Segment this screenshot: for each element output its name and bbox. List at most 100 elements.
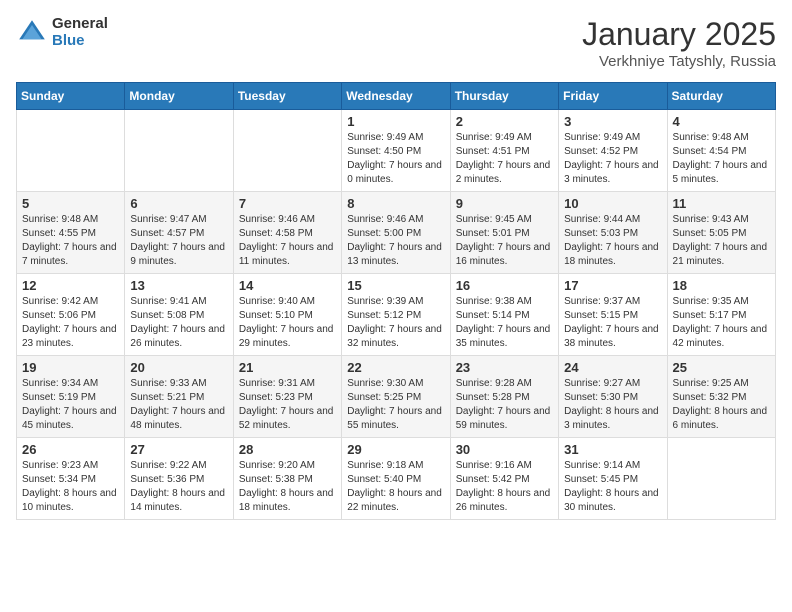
day-number: 15 xyxy=(347,278,444,293)
logo-text: General Blue xyxy=(52,16,108,49)
calendar-day-cell xyxy=(125,110,233,192)
calendar-day-cell: 2Sunrise: 9:49 AM Sunset: 4:51 PM Daylig… xyxy=(450,110,558,192)
day-of-week-header: Sunday xyxy=(17,83,125,110)
day-info: Sunrise: 9:41 AM Sunset: 5:08 PM Dayligh… xyxy=(130,295,227,351)
calendar-day-cell: 5 Sunrise: 9:48 AM Sunset: 4:55 PM Daylig… xyxy=(17,192,125,274)
day-info: Sunrise: 9:46 AM Sunset: 5:00 PM Dayligh… xyxy=(347,213,444,269)
calendar-week-row: 12Sunrise: 9:42 AM Sunset: 5:06 PM Dayli… xyxy=(17,274,776,356)
day-info: Sunrise: 9:40 AM Sunset: 5:10 PM Dayligh… xyxy=(239,295,336,351)
day-info: Sunrise: 9:30 AM Sunset: 5:25 PM Dayligh… xyxy=(347,377,444,433)
calendar-day-cell: 16 Sunrise: 9:38 AM Sunset: 5:14 PM Dayli… xyxy=(450,274,558,356)
logo-icon xyxy=(16,17,48,49)
day-number: 26 xyxy=(22,442,119,457)
day-number: 21 xyxy=(239,360,336,375)
day-number: 4 xyxy=(673,114,770,129)
calendar-day-cell: 21Sunrise: 9:31 AM Sunset: 5:23 PM Dayli… xyxy=(233,356,341,438)
calendar-day-cell: 27 Sunrise: 9:22 AM Sunset: 5:36 PM Dayli… xyxy=(125,438,233,520)
day-number: 3 xyxy=(564,114,661,129)
day-number: 7 xyxy=(239,196,336,211)
day-number: 27 xyxy=(130,442,227,457)
calendar-day-cell: 29 Sunrise: 9:18 AM Sunset: 5:40 PM Dayli… xyxy=(342,438,450,520)
calendar-day-cell: 3 Sunrise: 9:49 AM Sunset: 4:52 PM Daylig… xyxy=(559,110,667,192)
day-info: Sunrise: 9:23 AM Sunset: 5:34 PM Dayligh… xyxy=(22,459,119,515)
page-header: General Blue January 2025 Verkhniye Taty… xyxy=(16,16,776,70)
day-info: Sunrise: 9:27 AM Sunset: 5:30 PM Dayligh… xyxy=(564,377,661,433)
day-of-week-header: Wednesday xyxy=(342,83,450,110)
day-info: Sunrise: 9:18 AM Sunset: 5:40 PM Dayligh… xyxy=(347,459,444,515)
calendar-day-cell: 23 Sunrise: 9:28 AM Sunset: 5:28 PM Dayli… xyxy=(450,356,558,438)
title-block: January 2025 Verkhniye Tatyshly, Russia xyxy=(582,16,776,70)
day-number: 31 xyxy=(564,442,661,457)
calendar-day-cell: 17Sunrise: 9:37 AM Sunset: 5:15 PM Dayli… xyxy=(559,274,667,356)
day-info: Sunrise: 9:14 AM Sunset: 5:45 PM Dayligh… xyxy=(564,459,661,515)
day-number: 24 xyxy=(564,360,661,375)
day-number: 23 xyxy=(456,360,553,375)
day-info: Sunrise: 9:34 AM Sunset: 5:19 PM Dayligh… xyxy=(22,377,119,433)
day-info: Sunrise: 9:45 AM Sunset: 5:01 PM Dayligh… xyxy=(456,213,553,269)
logo: General Blue xyxy=(16,16,108,49)
day-info: Sunrise: 9:37 AM Sunset: 5:15 PM Dayligh… xyxy=(564,295,661,351)
logo-general: General xyxy=(52,16,108,33)
calendar-day-cell: 14 Sunrise: 9:40 AM Sunset: 5:10 PM Dayli… xyxy=(233,274,341,356)
calendar-day-cell: 25Sunrise: 9:25 AM Sunset: 5:32 PM Dayli… xyxy=(667,356,775,438)
day-number: 16 xyxy=(456,278,553,293)
day-of-week-header: Thursday xyxy=(450,83,558,110)
day-info: Sunrise: 9:39 AM Sunset: 5:12 PM Dayligh… xyxy=(347,295,444,351)
day-number: 13 xyxy=(130,278,227,293)
day-number: 2 xyxy=(456,114,553,129)
calendar-day-cell: 30 Sunrise: 9:16 AM Sunset: 5:42 PM Dayli… xyxy=(450,438,558,520)
day-number: 5 xyxy=(22,196,119,211)
day-number: 30 xyxy=(456,442,553,457)
calendar-day-cell: 9 Sunrise: 9:45 AM Sunset: 5:01 PM Daylig… xyxy=(450,192,558,274)
day-number: 14 xyxy=(239,278,336,293)
day-number: 18 xyxy=(673,278,770,293)
day-info: Sunrise: 9:20 AM Sunset: 5:38 PM Dayligh… xyxy=(239,459,336,515)
month-title: January 2025 xyxy=(582,16,776,53)
day-info: Sunrise: 9:48 AM Sunset: 4:55 PM Dayligh… xyxy=(22,213,119,269)
calendar-day-cell xyxy=(17,110,125,192)
day-number: 9 xyxy=(456,196,553,211)
calendar-day-cell: 11Sunrise: 9:43 AM Sunset: 5:05 PM Dayli… xyxy=(667,192,775,274)
day-info: Sunrise: 9:22 AM Sunset: 5:36 PM Dayligh… xyxy=(130,459,227,515)
day-info: Sunrise: 9:47 AM Sunset: 4:57 PM Dayligh… xyxy=(130,213,227,269)
calendar-day-cell: 31 Sunrise: 9:14 AM Sunset: 5:45 PM Dayli… xyxy=(559,438,667,520)
location-title: Verkhniye Tatyshly, Russia xyxy=(582,53,776,70)
day-info: Sunrise: 9:49 AM Sunset: 4:50 PM Dayligh… xyxy=(347,131,444,187)
day-number: 20 xyxy=(130,360,227,375)
calendar-day-cell: 10Sunrise: 9:44 AM Sunset: 5:03 PM Dayli… xyxy=(559,192,667,274)
day-info: Sunrise: 9:48 AM Sunset: 4:54 PM Dayligh… xyxy=(673,131,770,187)
day-info: Sunrise: 9:42 AM Sunset: 5:06 PM Dayligh… xyxy=(22,295,119,351)
day-number: 19 xyxy=(22,360,119,375)
day-number: 6 xyxy=(130,196,227,211)
calendar-header-row: SundayMondayTuesdayWednesdayThursdayFrid… xyxy=(17,83,776,110)
calendar-day-cell: 19 Sunrise: 9:34 AM Sunset: 5:19 PM Dayli… xyxy=(17,356,125,438)
calendar-week-row: 19 Sunrise: 9:34 AM Sunset: 5:19 PM Dayli… xyxy=(17,356,776,438)
day-number: 28 xyxy=(239,442,336,457)
day-of-week-header: Friday xyxy=(559,83,667,110)
calendar-day-cell: 24 Sunrise: 9:27 AM Sunset: 5:30 PM Dayli… xyxy=(559,356,667,438)
day-info: Sunrise: 9:33 AM Sunset: 5:21 PM Dayligh… xyxy=(130,377,227,433)
calendar-week-row: 5 Sunrise: 9:48 AM Sunset: 4:55 PM Daylig… xyxy=(17,192,776,274)
day-info: Sunrise: 9:16 AM Sunset: 5:42 PM Dayligh… xyxy=(456,459,553,515)
day-of-week-header: Monday xyxy=(125,83,233,110)
calendar-week-row: 1 Sunrise: 9:49 AM Sunset: 4:50 PM Daylig… xyxy=(17,110,776,192)
day-info: Sunrise: 9:35 AM Sunset: 5:17 PM Dayligh… xyxy=(673,295,770,351)
calendar-day-cell: 18 Sunrise: 9:35 AM Sunset: 5:17 PM Dayli… xyxy=(667,274,775,356)
day-info: Sunrise: 9:28 AM Sunset: 5:28 PM Dayligh… xyxy=(456,377,553,433)
day-info: Sunrise: 9:46 AM Sunset: 4:58 PM Dayligh… xyxy=(239,213,336,269)
calendar-day-cell: 22Sunrise: 9:30 AM Sunset: 5:25 PM Dayli… xyxy=(342,356,450,438)
day-number: 29 xyxy=(347,442,444,457)
day-of-week-header: Saturday xyxy=(667,83,775,110)
day-number: 8 xyxy=(347,196,444,211)
day-number: 25 xyxy=(673,360,770,375)
calendar-day-cell: 1 Sunrise: 9:49 AM Sunset: 4:50 PM Daylig… xyxy=(342,110,450,192)
day-info: Sunrise: 9:43 AM Sunset: 5:05 PM Dayligh… xyxy=(673,213,770,269)
day-number: 10 xyxy=(564,196,661,211)
day-number: 1 xyxy=(347,114,444,129)
day-info: Sunrise: 9:49 AM Sunset: 4:52 PM Dayligh… xyxy=(564,131,661,187)
logo-blue: Blue xyxy=(52,33,108,50)
calendar-day-cell: 12Sunrise: 9:42 AM Sunset: 5:06 PM Dayli… xyxy=(17,274,125,356)
calendar-day-cell: 6 Sunrise: 9:47 AM Sunset: 4:57 PM Daylig… xyxy=(125,192,233,274)
day-info: Sunrise: 9:38 AM Sunset: 5:14 PM Dayligh… xyxy=(456,295,553,351)
calendar-day-cell: 8 Sunrise: 9:46 AM Sunset: 5:00 PM Daylig… xyxy=(342,192,450,274)
